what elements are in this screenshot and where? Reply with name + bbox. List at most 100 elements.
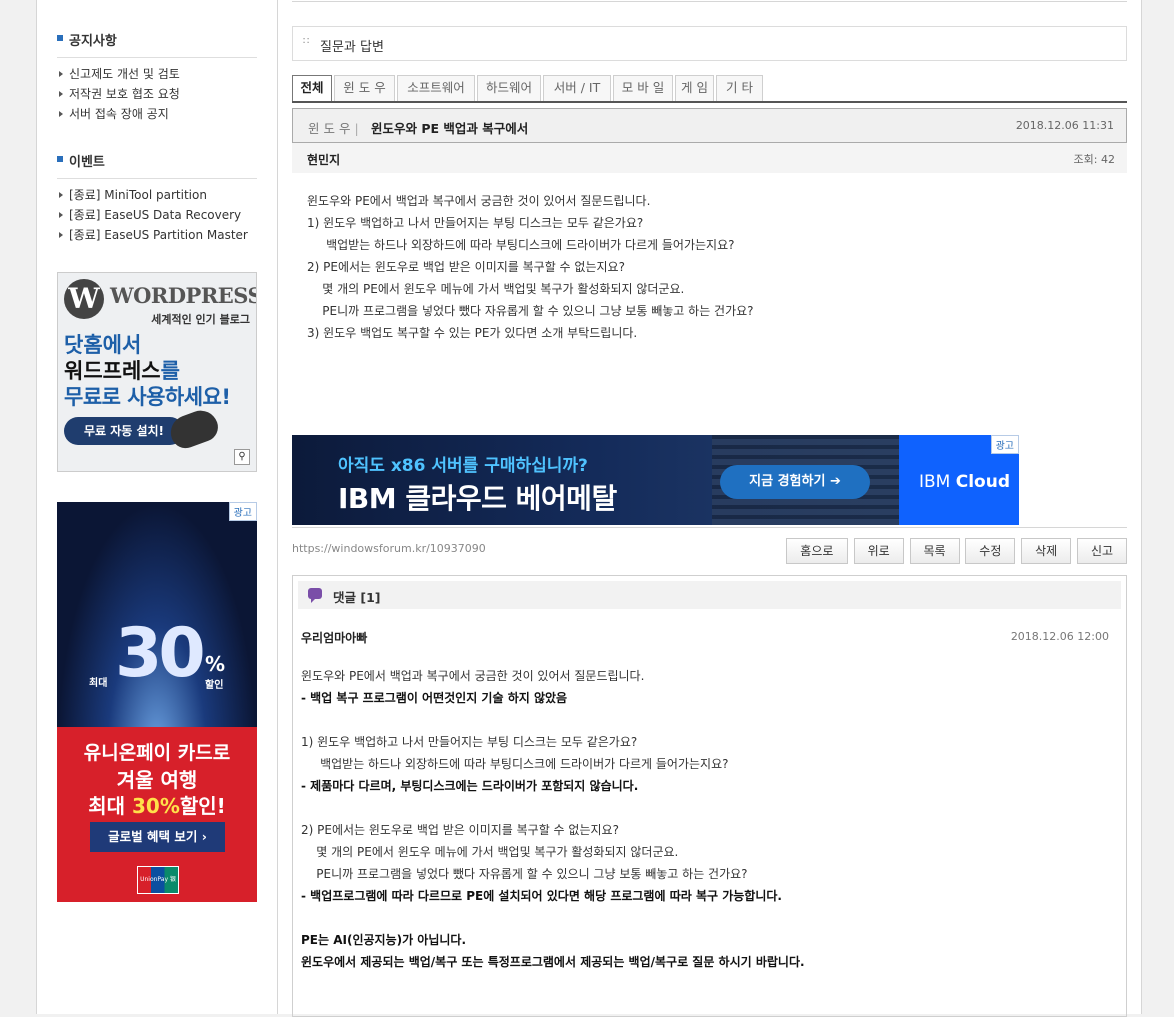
delete-button[interactable]: 삭제 — [1021, 538, 1072, 564]
body-line: 몇 개의 PE에서 윈도우 메뉴에 가서 백업및 복구가 활성화되지 않더군요. — [307, 282, 685, 296]
comment-body: 윈도우와 PE에서 백업과 복구에서 궁금한 것이 있어서 질문드립니다. - 백… — [301, 665, 1111, 973]
page-container: 공지사항 신고제도 개선 및 검토 저작권 보호 협조 요청 서버 접속 장애 … — [36, 0, 1142, 1017]
tab-hardware[interactable]: 하드웨어 — [477, 75, 541, 101]
body-line: 윈도우와 PE에서 백업과 복구에서 궁금한 것이 있어서 질문드립니다. — [307, 194, 651, 208]
event-item[interactable]: [종료] MiniTool partition — [57, 185, 257, 205]
tab-windows[interactable]: 윈 도 우 — [334, 75, 395, 101]
event-list: [종료] MiniTool partition [종료] EaseUS Data… — [57, 185, 257, 245]
unionpay-benefit-button[interactable]: 글로벌 혜택 보기 › — [90, 822, 225, 852]
wordpress-tagline: 세계적인 인기 블로그 — [151, 313, 250, 326]
discount-suffix: % — [205, 652, 226, 676]
chevron-right-icon: › — [201, 829, 207, 844]
ad-line-part: 최대 — [88, 794, 132, 818]
comment-section: 댓글 [1] 우리엄마아빠 2018.12.06 12:00 윈도우와 PE에서… — [292, 575, 1127, 1017]
button-label: 글로벌 혜택 보기 — [108, 829, 198, 844]
notice-box: 공지사항 신고제도 개선 및 검토 저작권 보호 협조 요청 서버 접속 장애 … — [57, 30, 257, 124]
cta-label: 지금 경험하기 — [749, 474, 826, 489]
banner-divider — [292, 527, 1127, 528]
post-header: 윈 도 우 | 윈도우와 PE 백업과 복구에서 2018.12.06 11:3… — [292, 108, 1127, 143]
comment-header: 댓글 [1] — [298, 581, 1121, 609]
tab-mobile[interactable]: 모 바 일 — [613, 75, 673, 101]
comment-author[interactable]: 우리엄마아빠 — [301, 629, 367, 646]
event-box: 이벤트 [종료] MiniTool partition [종료] EaseUS … — [57, 151, 257, 245]
ad-line-part: 워드프레스 — [64, 359, 161, 383]
comment-answer-line: 윈도우에서 제공되는 백업/복구 또는 특정프로그램에서 제공되는 백업/복구로… — [301, 955, 805, 969]
tab-etc[interactable]: 기 타 — [716, 75, 763, 101]
tab-server-it[interactable]: 서버 / IT — [543, 75, 611, 101]
brand-part: IBM — [919, 472, 956, 492]
ad-tag[interactable]: 광고 — [990, 435, 1019, 454]
unionpay-logo: UnionPay 银联 — [137, 866, 179, 894]
mouse-icon — [165, 405, 223, 453]
discount-word: 할인 — [205, 680, 224, 691]
wordpress-logo-text: WORDPRESS — [110, 283, 257, 308]
category-tabs: 전체 윈 도 우 소프트웨어 하드웨어 서버 / IT 모 바 일 게 임 기 … — [292, 75, 1127, 103]
magnify-icon[interactable]: ⚲ — [234, 449, 250, 465]
post-author[interactable]: 현민지 — [307, 151, 340, 168]
ad-line: 최대 30%할인! — [57, 790, 257, 819]
wordpress-logo-icon: W — [64, 279, 104, 319]
list-button[interactable]: 목록 — [909, 538, 960, 564]
edit-button[interactable]: 수정 — [965, 538, 1016, 564]
report-button[interactable]: 신고 — [1077, 538, 1127, 564]
notice-item[interactable]: 신고제도 개선 및 검토 — [57, 64, 257, 84]
ad-line: 유니온페이 카드로 — [83, 742, 231, 764]
event-item[interactable]: [종료] EaseUS Data Recovery — [57, 205, 257, 225]
comment-answer-line: PE는 AI(인공지능)가 아닙니다. — [301, 933, 467, 947]
notice-title: 공지사항 — [57, 30, 257, 58]
ad-line-part: 할인! — [179, 794, 226, 818]
comment-answer-line: - 백업프로그램에 따라 다르므로 PE에 설치되어 있다면 해당 프로그램에 … — [301, 889, 782, 903]
wordpress-ad[interactable]: W WORDPRESS 세계적인 인기 블로그 닷홈에서 워드프레스를 무료로 … — [57, 272, 257, 472]
home-button[interactable]: 홈으로 — [785, 538, 848, 564]
banner-main: IBM 클라우드 베어메탈 — [338, 482, 617, 515]
comment-quote-line — [301, 797, 1111, 819]
ad-tag[interactable]: 광고 — [228, 502, 257, 521]
event-title: 이벤트 — [57, 151, 257, 179]
comment-date: 2018.12.06 12:00 — [1010, 630, 1109, 643]
body-line: 2) PE에서는 윈도우로 백업 받은 이미지를 복구할 수 없는지요? — [307, 260, 625, 274]
separator: | — [354, 121, 359, 136]
top-button[interactable]: 위로 — [853, 538, 904, 564]
post-title: 윈도우와 PE 백업과 복구에서 — [371, 121, 529, 136]
arrow-circle-icon: ➔ — [829, 474, 841, 489]
post-date: 2018.12.06 11:31 — [1015, 119, 1114, 132]
comment-quote-line — [301, 907, 1111, 929]
comment-count-title: 댓글 [1] — [333, 590, 381, 605]
body-line: 백업받는 하드나 외장하드에 따라 부팅디스크에 드라이버가 다르게 들어가는지… — [307, 238, 735, 252]
discount-number: 30 — [115, 614, 206, 693]
event-item[interactable]: [종료] EaseUS Partition Master — [57, 225, 257, 245]
tab-software[interactable]: 소프트웨어 — [397, 75, 475, 101]
post-url[interactable]: https://windowsforum.kr/10937090 — [292, 542, 486, 555]
comment-answer-line: - 백업 복구 프로그램이 어떤것인지 기술 하지 않았음 — [301, 691, 568, 705]
ibm-banner-ad[interactable]: 아직도 x86 서버를 구매하십니까? IBM 클라우드 베어메탈 지금 경험하… — [292, 435, 1019, 525]
ad-line: 겨울 여행 — [116, 768, 198, 792]
comment-quote-line: 백업받는 하드나 외장하드에 따라 부팅디스크에 드라이버가 다르게 들어가는지… — [301, 757, 729, 771]
banner-cta-button[interactable]: 지금 경험하기 ➔ — [720, 465, 870, 499]
ad-line-part: 를 — [160, 359, 180, 383]
tab-game[interactable]: 게 임 — [675, 75, 714, 101]
ad-line: 무료로 사용하세요! — [64, 385, 231, 409]
section-header: 질문과 답변 — [292, 26, 1127, 61]
category-label: 윈 도 우 — [308, 121, 351, 136]
ibm-cloud-logo: IBM Cloud — [919, 472, 1010, 492]
tab-all[interactable]: 전체 — [292, 75, 332, 101]
wordpress-install-button[interactable]: 무료 자동 설치! — [64, 417, 184, 445]
top-divider — [292, 0, 1127, 2]
post-category: 윈 도 우 | — [308, 118, 359, 137]
discount-prefix: 최대 — [89, 678, 108, 689]
notice-item[interactable]: 서버 접속 장애 공지 — [57, 104, 257, 124]
body-line: 3) 윈도우 백업도 복구할 수 있는 PE가 있다면 소개 부탁드립니다. — [307, 326, 638, 340]
comment-quote-line: 1) 윈도우 백업하고 나서 만들어지는 부팅 디스크는 모두 같은가요? — [301, 735, 638, 749]
unionpay-ad[interactable]: 광고 최대 30 % 할인 유니온페이 카드로 겨울 여행 최대 30%할인! … — [57, 502, 257, 902]
notice-item[interactable]: 저작권 보호 협조 요청 — [57, 84, 257, 104]
left-sidebar: 공지사항 신고제도 개선 및 검토 저작권 보호 협조 요청 서버 접속 장애 … — [37, 0, 278, 1014]
ad-line-part: 30% — [131, 794, 180, 818]
banner-headline: 아직도 x86 서버를 구매하십니까? — [338, 456, 588, 476]
notice-list: 신고제도 개선 및 검토 저작권 보호 협조 요청 서버 접속 장애 공지 — [57, 64, 257, 124]
comment-quote-line: 몇 개의 PE에서 윈도우 메뉴에 가서 백업및 복구가 활성화되지 않더군요. — [301, 845, 679, 859]
comment-icon — [308, 588, 322, 603]
brand-part: Cloud — [955, 472, 1011, 492]
section-title: 질문과 답변 — [320, 40, 384, 55]
body-line: 1) 윈도우 백업하고 나서 만들어지는 부팅 디스크는 모두 같은가요? — [307, 216, 644, 230]
comment-quote-line: PE니까 프로그램을 넣었다 뺐다 자유롭게 할 수 있으니 그냥 보통 빼놓고… — [301, 867, 748, 881]
